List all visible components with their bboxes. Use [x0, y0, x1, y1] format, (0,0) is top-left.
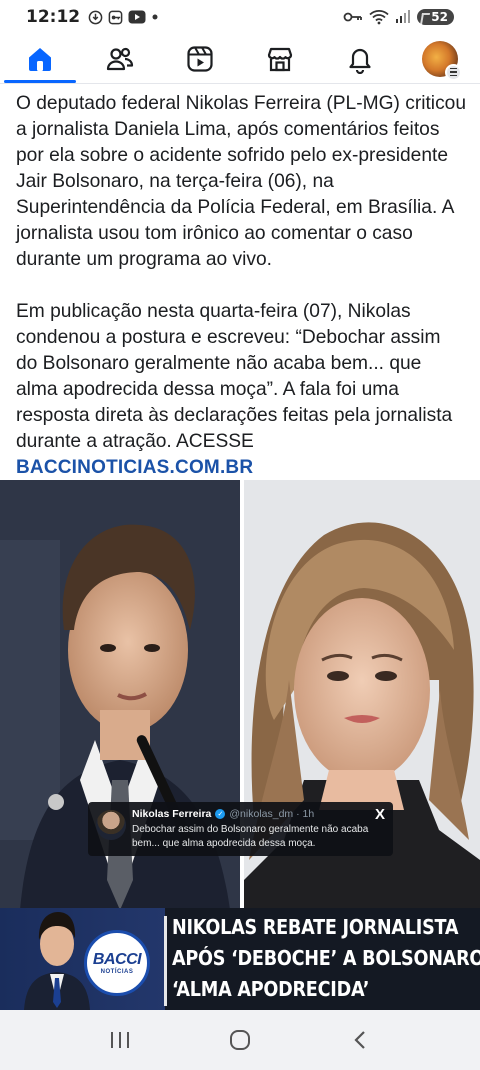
tab-reels[interactable] [160, 34, 240, 83]
news-anchor-photo [24, 912, 90, 1010]
post-paragraph-1: O deputado federal Nikolas Ferreira (PL-… [16, 93, 467, 270]
post-paragraph-2: Em publicação nesta quarta-feira (07), N… [16, 301, 453, 452]
youtube-icon [128, 10, 146, 24]
tweet-name: Nikolas Ferreira [132, 808, 212, 820]
headline-line-1: NIKOLAS REBATE JORNALISTA [172, 915, 459, 939]
tweet-avatar [96, 810, 126, 840]
home-button[interactable] [210, 1015, 270, 1065]
status-right-icons: 52 [343, 9, 454, 25]
dot-icon [151, 13, 159, 21]
tab-marketplace[interactable] [240, 34, 320, 83]
tweet-handle: @nikolas_dm · 1h [229, 808, 315, 820]
headline-line-3: ‘ALMA APODRECIDA’ [172, 977, 370, 1001]
banner-headline: NIKOLAS REBATE JORNALISTA APÓS ‘DEBOCHE’… [172, 912, 480, 1005]
bell-icon [349, 48, 371, 74]
avatar [422, 40, 462, 81]
post-text: O deputado federal Nikolas Ferreira (PL-… [16, 91, 466, 481]
tweet-text: Debochar assim do Bolsonaro geralmente n… [132, 824, 369, 849]
tab-friends[interactable] [80, 34, 160, 83]
status-time: 12:12 [26, 7, 81, 27]
verified-badge-icon: ✓ [215, 809, 226, 819]
status-left-icons [88, 10, 159, 25]
top-navigation [0, 34, 480, 84]
post-image[interactable]: Nikolas Ferreira ✓ @nikolas_dm · 1h Debo… [0, 480, 480, 1010]
marketplace-icon [267, 47, 293, 71]
bacci-logo: BACCI NOTÍCIAS [84, 930, 150, 996]
wifi-icon [369, 9, 389, 25]
home-circle-icon [230, 1030, 250, 1050]
tab-profile[interactable] [400, 34, 480, 83]
vpn-key-icon [108, 10, 123, 25]
recents-icon [111, 1032, 129, 1048]
system-navigation-bar [0, 1010, 480, 1070]
tweet-card: Nikolas Ferreira ✓ @nikolas_dm · 1h Debo… [88, 802, 393, 856]
news-banner: BACCI NOTÍCIAS NIKOLAS REBATE JORNALISTA… [0, 908, 480, 1010]
logo-sub-text: NOTÍCIAS [100, 969, 134, 975]
logo-main-text: BACCI [92, 951, 142, 968]
key-icon [343, 11, 363, 23]
x-logo-icon: X [374, 806, 385, 823]
headline-line-2: APÓS ‘DEBOCHE’ A BOLSONARO: [172, 946, 480, 970]
menu-icon [445, 63, 462, 81]
back-icon [354, 1031, 365, 1049]
post-link[interactable]: BACCINOTICIAS.COM.BR [16, 457, 253, 478]
status-bar: 12:12 52 [0, 0, 480, 34]
download-icon [88, 10, 103, 25]
reels-icon [187, 45, 213, 72]
back-button[interactable] [330, 1015, 390, 1065]
battery-indicator: 52 [417, 9, 454, 25]
tab-home[interactable] [0, 34, 80, 83]
recents-button[interactable] [90, 1015, 150, 1065]
friends-icon [106, 47, 134, 70]
home-icon [29, 47, 51, 71]
signal-icon [395, 10, 411, 24]
tab-notifications[interactable] [320, 34, 400, 83]
